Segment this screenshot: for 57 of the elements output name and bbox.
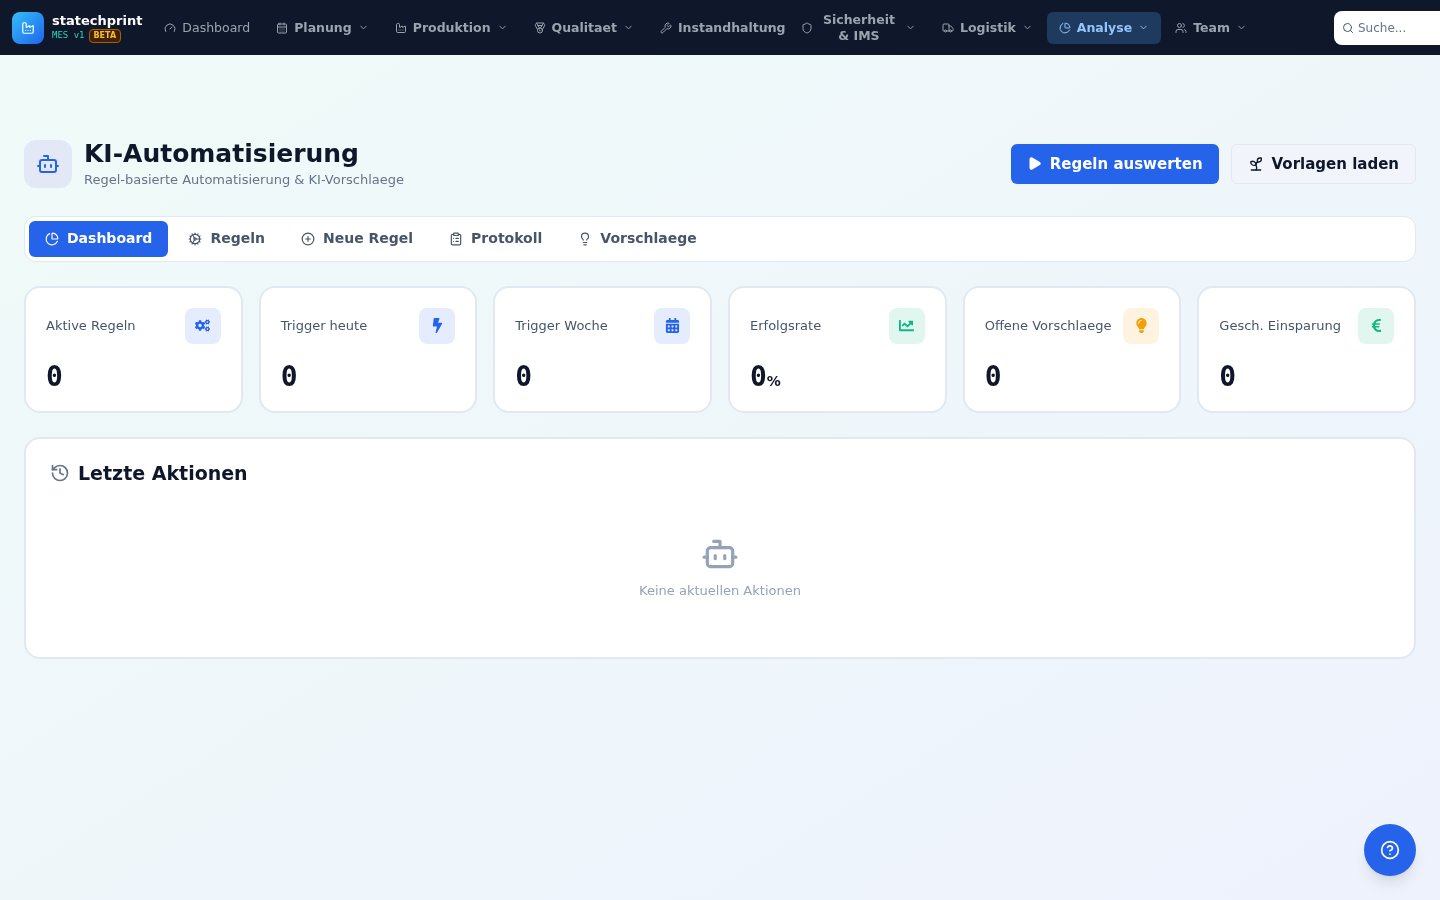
- nav-item[interactable]: Produktion: [382, 11, 520, 44]
- empty-message: Keine aktuellen Aktionen: [639, 582, 801, 600]
- help-icon: [1380, 840, 1400, 860]
- stat-value: 0: [515, 358, 533, 395]
- nav-item[interactable]: Logistik: [929, 11, 1045, 44]
- stat-label: Trigger Woche: [515, 316, 608, 335]
- stat-value: 0: [750, 358, 767, 395]
- stat-label: Erfolgsrate: [750, 316, 822, 335]
- stat-value: 0: [280, 358, 298, 395]
- users-icon: [1175, 21, 1188, 34]
- history-icon: [50, 462, 70, 483]
- action-button[interactable]: Vorlagen laden: [1230, 143, 1416, 184]
- nav-item[interactable]: Qualitaet: [521, 11, 646, 44]
- clipboard-icon: [449, 231, 464, 246]
- tab[interactable]: Regeln: [172, 220, 281, 257]
- factory-icon: [394, 21, 407, 34]
- play-icon: [1026, 156, 1042, 172]
- tab[interactable]: Protokoll: [433, 220, 559, 257]
- stat-label: Gesch. Einsparung: [1219, 316, 1341, 335]
- brand-name: statechprint: [52, 12, 143, 29]
- logo-icon: [12, 11, 44, 44]
- page-subtitle: Regel-basierte Automatisierung & KI-Vorschlaege: [84, 171, 404, 189]
- brand-subtitle: MES v1: [52, 28, 85, 42]
- truck-icon: [941, 21, 954, 34]
- nav-item[interactable]: Sicherheit & IMS: [788, 11, 928, 44]
- gauge-icon: [164, 21, 177, 34]
- stat-label: Offene Vorschlaege: [984, 316, 1112, 335]
- robot-icon: [24, 139, 72, 188]
- calendar-icon: [276, 21, 289, 34]
- plus-circle-icon: [300, 231, 315, 246]
- tab[interactable]: Vorschlaege: [562, 220, 713, 257]
- stat-value: 0: [46, 358, 63, 395]
- nav-item[interactable]: Dashboard: [152, 11, 263, 44]
- shield-icon: [800, 21, 813, 34]
- nav-item[interactable]: Analyse: [1046, 11, 1162, 44]
- sprout-icon: [1247, 155, 1264, 172]
- pie-chart-icon: [45, 231, 59, 246]
- panel-title: Letzte Aktionen: [78, 460, 248, 486]
- nav-item[interactable]: Instandhaltung: [647, 11, 787, 44]
- nav-item[interactable]: Team: [1163, 11, 1259, 44]
- gear-icon: [188, 231, 203, 246]
- stat-unit: %: [766, 372, 781, 391]
- page-title: KI-Automatisierung: [84, 138, 360, 170]
- help-button[interactable]: [1364, 824, 1416, 876]
- stat-label: Aktive Regeln: [46, 316, 136, 335]
- search-field[interactable]: Suche...: [1334, 10, 1440, 45]
- stat-label: Trigger heute: [280, 316, 368, 335]
- stat-value: 0: [1219, 358, 1237, 395]
- beta-badge: BETA: [88, 28, 122, 43]
- medal-icon: [533, 21, 546, 34]
- pie-chart-icon: [1058, 21, 1071, 34]
- tab[interactable]: Dashboard: [29, 220, 169, 257]
- tab[interactable]: Neue Regel: [284, 220, 430, 257]
- wrench-icon: [659, 21, 672, 34]
- stat-value: 0: [984, 358, 1002, 395]
- action-button[interactable]: Regeln auswerten: [1010, 143, 1219, 184]
- nav-item[interactable]: Planung: [264, 11, 381, 44]
